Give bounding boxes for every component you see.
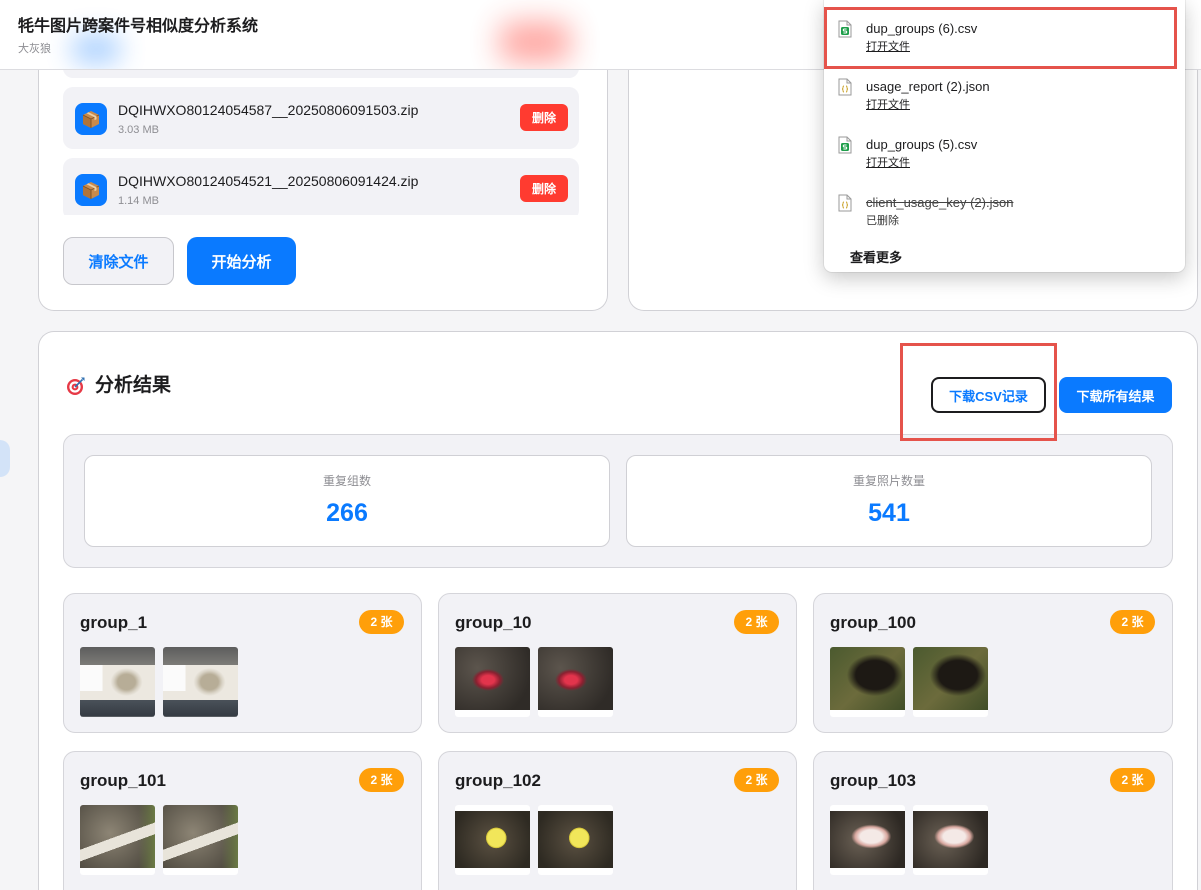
stat-value: 266: [326, 499, 368, 527]
file-size: 3.03 MB: [118, 124, 159, 136]
thumbnail[interactable]: [80, 805, 155, 875]
results-title: 分析结果: [95, 375, 172, 396]
open-file-link[interactable]: 打开文件: [866, 98, 910, 112]
thumbnail[interactable]: [830, 647, 905, 717]
thumbnail[interactable]: [913, 805, 988, 875]
photo-count-badge: 2 张: [359, 610, 404, 634]
csv-file-icon: [838, 136, 852, 154]
group-card: group_10 2 张: [438, 593, 797, 733]
download-file-name: client_usage_key (2).json: [866, 195, 1014, 210]
package-icon: [75, 174, 107, 206]
photo-count-badge: 2 张: [1110, 768, 1155, 792]
stat-label: 重复照片数量: [852, 474, 925, 488]
thumbnail[interactable]: [913, 647, 988, 717]
group-card: group_1 2 张: [63, 593, 422, 733]
download-file-name: dup_groups (5).csv: [866, 137, 978, 152]
app-subtitle: 大灰狼: [18, 43, 51, 55]
start-analysis-button[interactable]: 开始分析: [187, 237, 296, 285]
group-name: group_103: [830, 771, 916, 790]
group-name: group_102: [455, 771, 541, 790]
blurred-delete-button: [500, 22, 570, 62]
thumbnail[interactable]: [163, 805, 238, 875]
download-all-button[interactable]: 下载所有结果: [1059, 377, 1172, 413]
floating-side-handle[interactable]: [0, 440, 10, 477]
stat-card-groups: 重复组数 266: [84, 455, 610, 547]
json-file-icon-graphic: [838, 78, 852, 96]
delete-file-button[interactable]: 删除: [520, 175, 568, 202]
blurred-file-icon: [72, 34, 120, 64]
highlight-box-download-item: [824, 7, 1177, 69]
group-name: group_1: [80, 613, 148, 632]
see-more-link[interactable]: 查看更多: [850, 250, 902, 266]
photo-count-badge: 2 张: [734, 610, 779, 634]
file-name: DQIHWXO80124054521__20250806091424.zip: [118, 173, 419, 189]
clear-files-button[interactable]: 清除文件: [63, 237, 174, 285]
stat-label: 重复组数: [322, 474, 371, 488]
group-card: group_102 2 张: [438, 751, 797, 890]
download-item[interactable]: dup_groups (5).csv 打开文件: [824, 116, 1185, 174]
group-name: group_101: [80, 771, 166, 790]
thumbnail[interactable]: [538, 805, 613, 875]
csv-file-icon-graphic: [838, 136, 852, 154]
json-file-icon: [838, 194, 852, 212]
target-icon: [66, 376, 86, 396]
json-file-icon-graphic: [838, 194, 852, 212]
download-file-name: usage_report (2).json: [866, 79, 990, 94]
file-name: DQIHWXO80124054587__20250806091503.zip: [118, 102, 419, 118]
photo-count-badge: 2 张: [734, 768, 779, 792]
highlight-box-csv-button: [900, 343, 1057, 441]
photo-count-badge: 2 张: [1110, 610, 1155, 634]
file-item: DQIHWXO80124054521__20250806091424.zip 1…: [63, 158, 579, 215]
download-item[interactable]: client_usage_key (2).json 已删除: [824, 174, 1185, 232]
group-card: group_103 2 张: [813, 751, 1173, 890]
thumbnail[interactable]: [455, 647, 530, 717]
thumbnail[interactable]: [455, 805, 530, 875]
thumbnail[interactable]: [163, 647, 238, 717]
file-size: 1.14 MB: [118, 195, 159, 207]
stats-panel: 重复组数 266 重复照片数量 541: [63, 434, 1173, 568]
target-icon-graphic: [67, 377, 85, 395]
package-icon-graphic: [75, 174, 107, 206]
group-name: group_100: [830, 613, 916, 632]
group-card: group_100 2 张: [813, 593, 1173, 733]
package-icon: [75, 103, 107, 135]
thumbnail[interactable]: [80, 647, 155, 717]
thumbnail[interactable]: [538, 647, 613, 717]
deleted-status: 已删除: [866, 215, 899, 227]
file-item: DQIHWXO80124054587__20250806091503.zip 3…: [63, 87, 579, 149]
app-title: 牦牛图片跨案件号相似度分析系统: [18, 18, 259, 35]
thumbnail[interactable]: [830, 805, 905, 875]
json-file-icon: [838, 78, 852, 96]
group-name: group_10: [455, 613, 532, 632]
photo-count-badge: 2 张: [359, 768, 404, 792]
stat-value: 541: [868, 499, 910, 527]
group-card: group_101 2 张: [63, 751, 422, 890]
open-file-link[interactable]: 打开文件: [866, 156, 910, 170]
delete-file-button[interactable]: 删除: [520, 104, 568, 131]
package-icon-graphic: [75, 103, 107, 135]
stat-card-photos: 重复照片数量 541: [626, 455, 1152, 547]
